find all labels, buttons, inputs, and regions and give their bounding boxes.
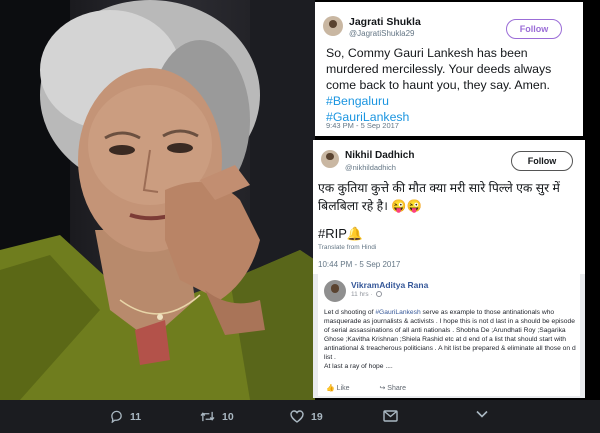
tweet-timestamp[interactable]: 10:44 PM - 5 Sep 2017 xyxy=(318,260,400,269)
user-name[interactable]: Jagrati Shukla xyxy=(349,16,421,28)
direct-message-button[interactable] xyxy=(383,410,405,422)
retweet-count: 10 xyxy=(222,410,234,423)
share-button[interactable]: ↪ Share xyxy=(379,385,420,392)
post-container: VikramAditya Rana 11 hrs · Let d shootin… xyxy=(318,274,580,396)
globe-icon xyxy=(376,291,383,298)
retweet-icon xyxy=(200,411,215,422)
translate-link[interactable]: Translate from Hindi xyxy=(318,244,376,251)
post-body-rest: serve as example to those antinationals … xyxy=(324,309,576,362)
heart-icon xyxy=(290,410,304,423)
avatar[interactable] xyxy=(323,16,343,36)
user-handle[interactable]: @JagratiShukla29 xyxy=(349,29,415,38)
user-handle[interactable]: @nikhildadhich xyxy=(345,163,396,172)
facebook-post-card: VikramAditya Rana 11 hrs · Let d shootin… xyxy=(313,274,585,398)
chevron-down-icon xyxy=(476,410,488,418)
tweet-text: So, Commy Gauri Lankesh has been murdere… xyxy=(326,46,576,126)
post-body-last: At last a ray of hope .... xyxy=(324,363,393,371)
tweet-action-bar: 11 10 19 xyxy=(0,400,600,433)
like-count: 19 xyxy=(311,410,323,423)
post-body: Let d shooting of #GauriLankesh serve as… xyxy=(324,308,576,371)
reply-button[interactable]: 11 xyxy=(110,410,141,423)
portrait-illustration xyxy=(0,0,315,400)
post-time-text: 11 hrs xyxy=(351,291,369,298)
post-actions: 👍 Like ↪ Share xyxy=(326,384,434,392)
portrait-photo xyxy=(0,0,315,400)
tweet-card-jagrati[interactable]: Jagrati Shukla @JagratiShukla29 Follow S… xyxy=(315,2,583,136)
hashtag-rip[interactable]: #RIP🔔 xyxy=(318,226,363,242)
avatar[interactable] xyxy=(321,150,339,168)
post-body-start: Let d shooting of xyxy=(324,309,376,316)
share-label: Share xyxy=(387,385,406,392)
retweet-button[interactable]: 10 xyxy=(200,410,234,423)
user-name[interactable]: VikramAditya Rana xyxy=(351,280,428,290)
reply-icon xyxy=(111,410,122,423)
follow-button[interactable]: Follow xyxy=(511,151,573,171)
hashtag-bengaluru[interactable]: #Bengaluru xyxy=(326,94,576,110)
like-button[interactable]: 19 xyxy=(290,410,323,423)
tweet-body: So, Commy Gauri Lankesh has been murdere… xyxy=(326,46,552,92)
envelope-icon xyxy=(383,410,398,422)
tweet-body: एक कुतिया कुत्ते की मौत क्या मरी सारे पि… xyxy=(318,181,560,214)
like-button[interactable]: 👍 Like xyxy=(326,385,364,392)
user-name[interactable]: Nikhil Dadhich xyxy=(345,150,414,161)
reply-count: 11 xyxy=(130,410,142,423)
follow-button[interactable]: Follow xyxy=(506,19,562,39)
like-label: Like xyxy=(336,385,350,392)
tweet-timestamp[interactable]: 9:43 PM - 5 Sep 2017 xyxy=(326,121,399,130)
hashtag-gaurilankesh[interactable]: #GauriLankesh xyxy=(375,309,420,316)
more-button[interactable] xyxy=(476,410,495,418)
post-time: 11 hrs · xyxy=(351,291,383,298)
avatar[interactable] xyxy=(324,280,346,302)
tweet-card-nikhil[interactable]: Nikhil Dadhich @nikhildadhich Follow एक … xyxy=(313,140,585,274)
